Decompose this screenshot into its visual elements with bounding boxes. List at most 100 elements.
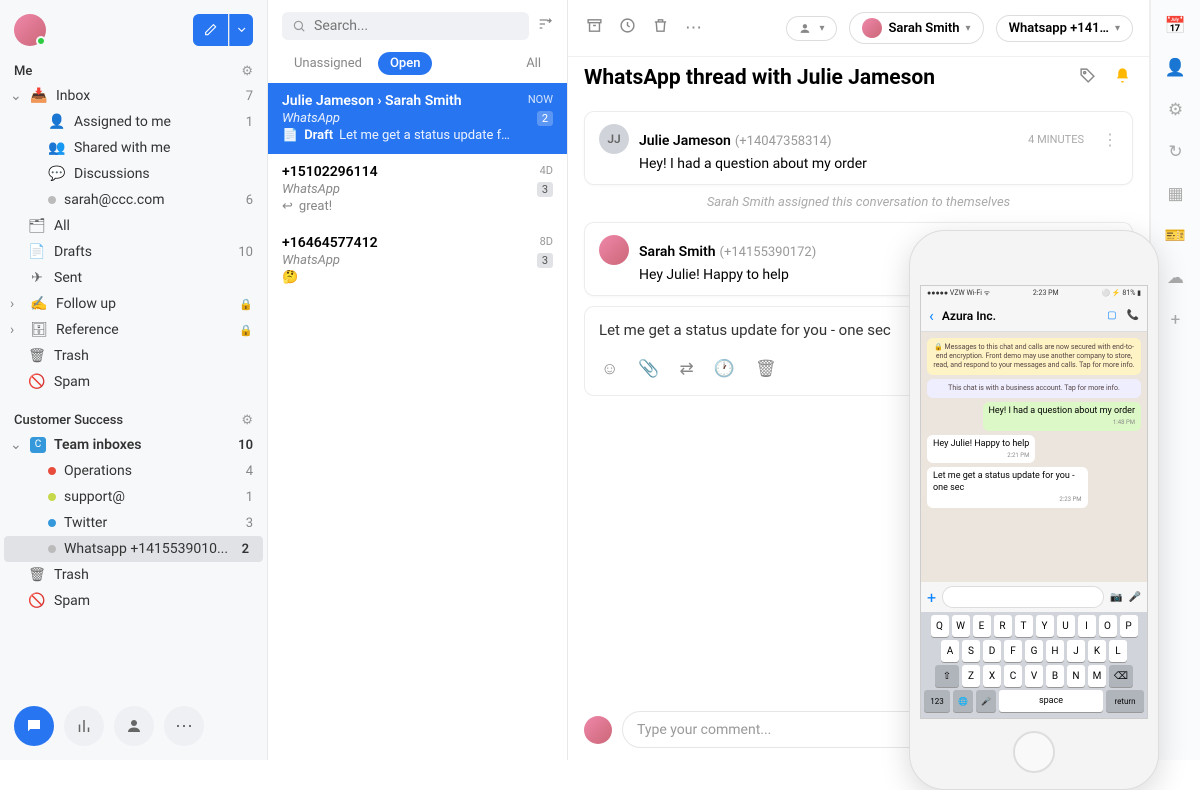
- backspace-key[interactable]: ⌫: [1109, 665, 1133, 687]
- key-G[interactable]: G: [1025, 640, 1043, 662]
- schedule-button[interactable]: 🕐: [712, 357, 737, 381]
- refresh-icon[interactable]: ↻: [1168, 142, 1182, 162]
- search-field[interactable]: [314, 18, 519, 34]
- gear-icon[interactable]: ⚙: [241, 64, 253, 79]
- key-Q[interactable]: Q: [931, 615, 949, 637]
- key-L[interactable]: L: [1109, 640, 1127, 662]
- mic-key[interactable]: 🎤: [976, 690, 996, 712]
- current-user-avatar[interactable]: [14, 14, 46, 46]
- phone-input[interactable]: [942, 586, 1104, 608]
- sidebar-item-spam[interactable]: 🚫 Spam: [0, 369, 267, 395]
- conversation-item[interactable]: +151022961144D WhatsApp3 ↩great!: [268, 154, 567, 225]
- sidebar-item-whatsapp[interactable]: Whatsapp +1415539010... 2: [4, 536, 263, 562]
- format-button[interactable]: ⇄: [678, 357, 696, 381]
- search-input[interactable]: [282, 12, 529, 40]
- tag-button[interactable]: [1077, 65, 1098, 91]
- key-N[interactable]: N: [1067, 665, 1085, 687]
- key-Y[interactable]: Y: [1036, 615, 1054, 637]
- gear-icon[interactable]: ⚙: [1168, 100, 1183, 120]
- sidebar-item-team-inboxes[interactable]: ⌄ C Team inboxes 10: [0, 432, 267, 458]
- sidebar-item-followup[interactable]: › ✍️ Follow up 🔒: [0, 291, 267, 317]
- key-Z[interactable]: Z: [962, 665, 980, 687]
- sidebar-item-spam2[interactable]: 🚫 Spam: [0, 588, 267, 614]
- key-P[interactable]: P: [1120, 615, 1138, 637]
- chat-bubble-button[interactable]: [14, 706, 54, 746]
- snooze-button[interactable]: [617, 15, 638, 41]
- shift-key[interactable]: ⇧: [935, 665, 959, 687]
- sidebar-item-operations[interactable]: Operations 4: [0, 458, 267, 484]
- message-menu[interactable]: ⋮: [1102, 130, 1118, 149]
- sidebar-item-reference[interactable]: › 🗄 Reference 🔒: [0, 317, 267, 343]
- sidebar-item-discussions[interactable]: 💬 Discussions: [0, 161, 267, 187]
- sidebar-item-drafts[interactable]: 📄 Drafts 10: [0, 239, 267, 265]
- sidebar-item-shared[interactable]: 👥 Shared with me: [0, 135, 267, 161]
- contacts-button[interactable]: [114, 706, 154, 746]
- ticket-icon[interactable]: 🎫: [1165, 226, 1186, 246]
- emoji-button[interactable]: ☺: [599, 357, 620, 381]
- grid-icon[interactable]: ▦: [1167, 184, 1183, 204]
- sidebar-item-inbox[interactable]: ⌄ 📥 Inbox 7: [0, 83, 267, 109]
- key-B[interactable]: B: [1046, 665, 1064, 687]
- assignee-name-pill[interactable]: Sarah Smith ▾: [849, 12, 983, 44]
- sidebar-item-assigned[interactable]: 👤 Assigned to me 1: [0, 109, 267, 135]
- cloud-icon[interactable]: ☁: [1167, 268, 1184, 288]
- numbers-key[interactable]: 123: [924, 690, 950, 712]
- plus-icon[interactable]: +: [927, 588, 936, 607]
- key-F[interactable]: F: [1004, 640, 1022, 662]
- delete-button[interactable]: [650, 15, 671, 41]
- sidebar-item-support[interactable]: support@ 1: [0, 484, 267, 510]
- conversation-item[interactable]: Julie Jameson › Sarah SmithNOW WhatsApp2…: [268, 83, 567, 154]
- key-V[interactable]: V: [1025, 665, 1043, 687]
- key-O[interactable]: O: [1099, 615, 1117, 637]
- key-D[interactable]: D: [983, 640, 1001, 662]
- return-key[interactable]: return: [1106, 690, 1144, 712]
- key-H[interactable]: H: [1046, 640, 1064, 662]
- channel-pill[interactable]: Whatsapp +141… ▾: [996, 15, 1133, 42]
- sidebar-item-twitter[interactable]: Twitter 3: [0, 510, 267, 536]
- sidebar-item-trash[interactable]: 🗑 Trash: [0, 343, 267, 369]
- sidebar-item-trash2[interactable]: 🗑 Trash: [0, 562, 267, 588]
- compose-button[interactable]: [193, 14, 229, 46]
- key-M[interactable]: M: [1088, 665, 1106, 687]
- key-S[interactable]: S: [962, 640, 980, 662]
- key-E[interactable]: E: [973, 615, 991, 637]
- key-C[interactable]: C: [1004, 665, 1022, 687]
- key-I[interactable]: I: [1078, 615, 1096, 637]
- discard-button[interactable]: 🗑: [753, 357, 779, 381]
- key-X[interactable]: X: [983, 665, 1001, 687]
- key-W[interactable]: W: [952, 615, 970, 637]
- mic-icon[interactable]: 🎤: [1129, 592, 1141, 603]
- key-T[interactable]: T: [1015, 615, 1033, 637]
- home-button[interactable]: [1013, 731, 1055, 773]
- analytics-button[interactable]: [64, 706, 104, 746]
- video-icon[interactable]: ▢: [1107, 310, 1116, 321]
- contact-icon[interactable]: 👤: [1165, 58, 1186, 78]
- compose-dropdown[interactable]: [229, 14, 253, 46]
- tab-open[interactable]: Open: [378, 52, 432, 75]
- sort-button[interactable]: [537, 16, 553, 36]
- more-button[interactable]: ⋯: [683, 16, 704, 40]
- call-icon[interactable]: 📞: [1127, 310, 1139, 321]
- notifications-button[interactable]: [1112, 65, 1133, 91]
- key-U[interactable]: U: [1057, 615, 1075, 637]
- add-app-icon[interactable]: +: [1171, 310, 1181, 330]
- tab-all[interactable]: All: [514, 52, 553, 75]
- tab-unassigned[interactable]: Unassigned: [282, 52, 374, 75]
- more-button[interactable]: ⋯: [164, 706, 204, 746]
- globe-key[interactable]: 🌐: [953, 690, 973, 712]
- sidebar-item-sent[interactable]: ✈ Sent: [0, 265, 267, 291]
- key-R[interactable]: R: [994, 615, 1012, 637]
- key-K[interactable]: K: [1088, 640, 1106, 662]
- sidebar-item-sarah-email[interactable]: sarah@ccc.com 6: [0, 187, 267, 213]
- key-J[interactable]: J: [1067, 640, 1085, 662]
- conversation-item[interactable]: +164645774128D WhatsApp3 🤔: [268, 225, 567, 296]
- back-icon[interactable]: ‹: [929, 306, 934, 325]
- archive-button[interactable]: [584, 15, 605, 41]
- calendar-icon[interactable]: 📅: [1165, 16, 1186, 36]
- sidebar-item-all[interactable]: 🗂 All: [0, 213, 267, 239]
- gear-icon[interactable]: ⚙: [241, 413, 253, 428]
- attach-button[interactable]: 📎: [636, 357, 661, 381]
- key-A[interactable]: A: [941, 640, 959, 662]
- camera-icon[interactable]: 📷: [1110, 592, 1122, 603]
- assignee-pill[interactable]: ▾: [786, 16, 837, 41]
